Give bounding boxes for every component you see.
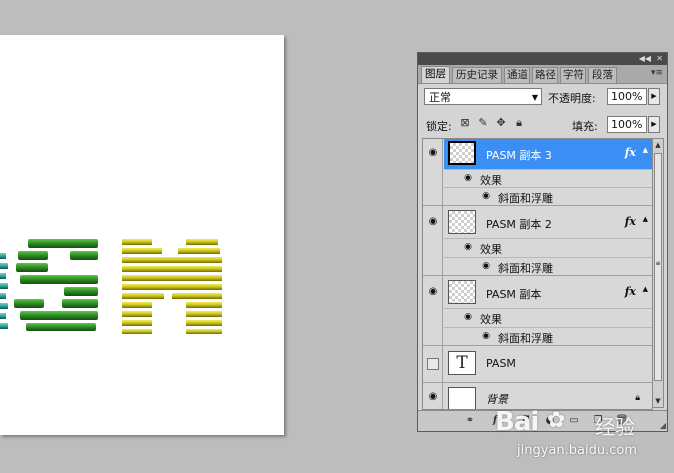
panel-tabs: 图层 历史记录 通道 路径 字符 段落 ▾≡ [418,65,667,84]
panel-title-bar[interactable]: ◀◀ ✕ [418,53,667,65]
visibility-toggle-empty[interactable] [427,358,439,370]
grip-icon: ≡ [655,260,661,267]
layer-thumbnail [448,210,476,234]
watermark-url: jingyan.baidu.com [517,443,637,458]
layers-bottom-toolbar: ⚭ fx ◘ ◐ ▭ ❐ 🗑︎ ◢ [418,410,667,431]
eye-icon[interactable]: ◉ [462,311,474,323]
new-group-icon[interactable]: ▭ [566,414,582,428]
layers-list: ◉ PASM 副本 3 fx ▲ ◉ 效果 ◉ 斜面和浮雕 ◉ PASM 副本 … [422,138,653,410]
new-layer-icon[interactable]: ❐ [590,414,606,428]
layer-name: PASM 副本 2 [486,218,552,231]
letter-m [122,239,222,334]
tab-layers[interactable]: 图层 [421,66,450,83]
lock-transparent-icon[interactable]: ⊠ [458,116,472,130]
panel-menu-icon[interactable]: ▾≡ [651,68,663,78]
close-icon[interactable]: ✕ [656,53,663,65]
bevel-emboss-row[interactable]: ◉ 斜面和浮雕 [444,257,652,275]
layer-thumbnail [448,387,476,409]
lock-icon: 🔒︎ [635,393,640,403]
canvas-document[interactable] [0,35,284,435]
layer-pasm-copy-2[interactable]: ◉ PASM 副本 2 fx ▲ ◉ 效果 ◉ 斜面和浮雕 [423,206,652,276]
bevel-emboss-row[interactable]: ◉ 斜面和浮雕 [444,327,652,345]
expand-effects-icon[interactable]: ▲ [643,146,648,154]
layer-pasm-copy[interactable]: ◉ PASM 副本 fx ▲ ◉ 效果 ◉ 斜面和浮雕 [423,276,652,346]
scroll-up-icon[interactable]: ▲ [653,139,663,151]
eye-icon[interactable]: ◉ [480,190,492,202]
text-layer-icon: T [448,351,476,375]
fill-slider-button[interactable]: ▶ [648,116,660,133]
fx-icon[interactable]: fx [625,285,636,298]
layer-thumbnail [448,280,476,304]
opacity-label: 不透明度: [548,92,596,105]
fx-icon[interactable]: fx [625,215,636,228]
fill-input[interactable]: 100% [607,116,647,133]
layer-name: PASM [486,357,516,370]
layer-name: 背景 [486,393,508,406]
lock-label: 锁定: [426,120,452,133]
tab-paths[interactable]: 路径 [532,67,558,83]
eye-icon[interactable]: ◉ [462,172,474,184]
letter-s [14,239,98,331]
layer-background[interactable]: ◉ 背景 🔒︎ [423,383,652,409]
bevel-emboss-row[interactable]: ◉ 斜面和浮雕 [444,187,652,205]
opacity-slider-button[interactable]: ▶ [648,88,660,105]
tab-channels[interactable]: 通道 [504,67,530,83]
trash-icon[interactable]: 🗑︎ [614,414,630,428]
layer-thumbnail [448,141,476,165]
link-layers-icon[interactable]: ⚭ [462,414,478,428]
layer-name: PASM 副本 3 [486,149,552,162]
effects-row[interactable]: ◉ 效果 [444,308,652,326]
resize-grip-icon[interactable]: ◢ [660,421,666,430]
fill-label: 填充: [572,120,598,133]
lock-move-icon[interactable]: ✥ [494,116,508,130]
layer-pasm-copy-3[interactable]: ◉ PASM 副本 3 fx ▲ ◉ 效果 ◉ 斜面和浮雕 [423,139,652,206]
fx-icon[interactable]: fx [625,146,636,159]
add-layer-style-icon[interactable]: fx [490,414,506,428]
scroll-down-icon[interactable]: ▼ [653,395,663,407]
lock-paint-brush-icon[interactable]: ✎ [476,116,490,130]
expand-effects-icon[interactable]: ▲ [643,285,648,293]
layers-scrollbar[interactable]: ▲ ≡ ▼ [652,138,664,408]
expand-effects-icon[interactable]: ▲ [643,215,648,223]
eye-icon[interactable]: ◉ [427,286,439,298]
layer-name: PASM 副本 [486,288,542,301]
chevron-down-icon: ▼ [531,93,538,102]
lock-all-icon[interactable]: 🔒︎ [512,116,526,130]
opacity-input[interactable]: 100% [607,88,647,105]
eye-icon[interactable]: ◉ [427,216,439,228]
eye-icon[interactable]: ◉ [427,391,439,403]
eye-icon[interactable]: ◉ [427,147,439,159]
adjustment-layer-icon[interactable]: ◐ [542,414,558,428]
tab-history[interactable]: 历史记录 [452,67,502,83]
layer-pasm[interactable]: T PASM [423,346,652,383]
blend-mode-select[interactable]: 正常 ▼ [424,88,542,105]
effects-row[interactable]: ◉ 效果 [444,169,652,187]
blend-mode-value: 正常 [429,91,451,104]
add-mask-icon[interactable]: ◘ [518,414,534,428]
collapse-icon[interactable]: ◀◀ [639,53,651,65]
eye-icon[interactable]: ◉ [480,330,492,342]
layers-panel: ◀◀ ✕ 图层 历史记录 通道 路径 字符 段落 ▾≡ 正常 ▼ 不透明度: 1… [417,52,668,432]
letter-a-fragment [0,253,8,329]
canvas-artwork [0,239,222,334]
tab-paragraph[interactable]: 段落 [588,67,617,83]
scroll-thumb[interactable]: ≡ [654,153,662,381]
tab-character[interactable]: 字符 [560,67,586,83]
eye-icon[interactable]: ◉ [462,241,474,253]
effects-row[interactable]: ◉ 效果 [444,238,652,256]
eye-icon[interactable]: ◉ [480,260,492,272]
